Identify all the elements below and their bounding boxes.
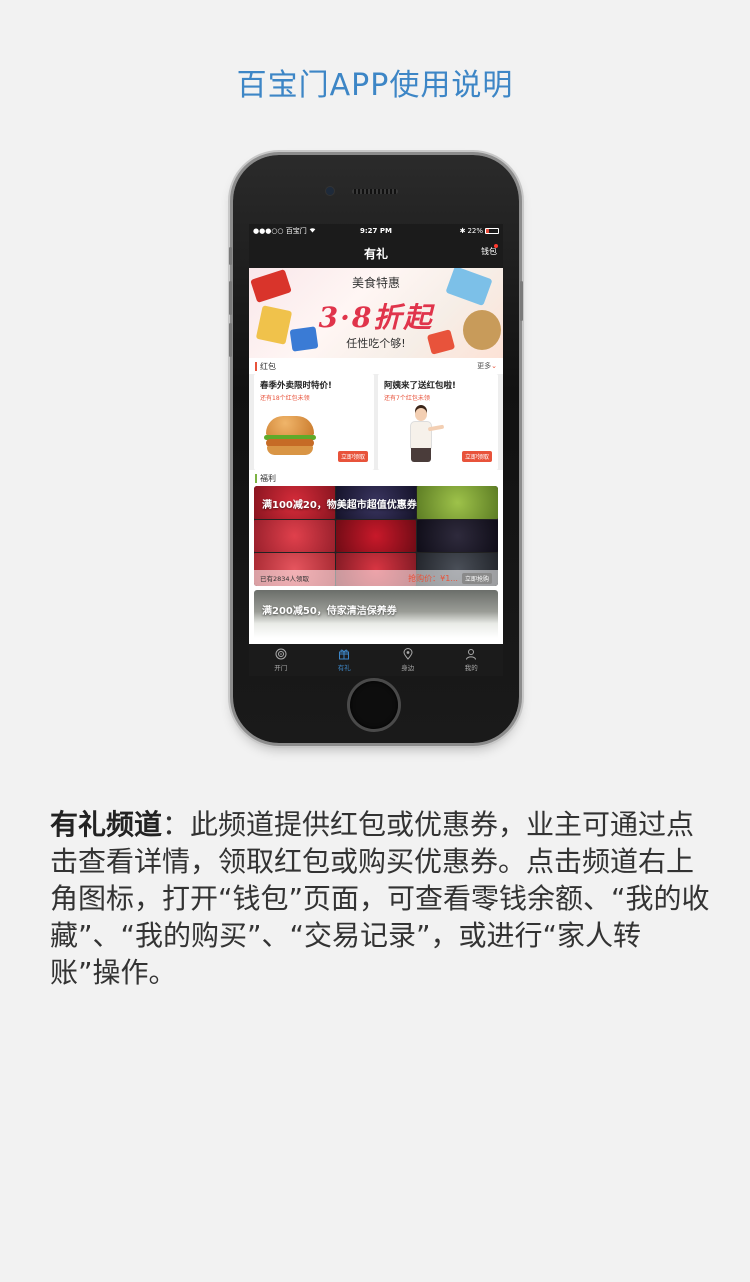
tab-bar: 开门 有礼 身边 我的 <box>249 644 503 676</box>
tab-gifts[interactable]: 有礼 <box>313 644 377 676</box>
banner-top-text: 美食特惠 <box>351 276 400 290</box>
coupon-footer: 已有2834人领取 抢购价：¥1... 立即抢购 <box>254 570 498 586</box>
more-link[interactable]: 更多⌄ <box>477 361 497 371</box>
tab-open-door[interactable]: 开门 <box>249 644 313 676</box>
coupon-card[interactable]: 满100减20，物美超市超值优惠券 已有2834人领取 抢购价：¥1... 立即… <box>254 486 498 586</box>
status-bar: ●●●○○ 百宝门 9:27 PM ✱ 22% <box>249 224 503 238</box>
description-lead: 有礼频道 <box>50 808 163 841</box>
claim-button[interactable]: 立即领取 <box>461 451 492 462</box>
phone-mockup: ●●●○○ 百宝门 9:27 PM ✱ 22% 有礼 钱包 美食特惠 3·8折起… <box>229 155 523 743</box>
chevron-down-icon: ⌄ <box>491 362 497 370</box>
redpack-card[interactable]: 阿姨来了送红包啦! 还有7个红包未领 立即领取 <box>378 374 498 470</box>
tab-label: 有礼 <box>337 664 351 672</box>
tab-label: 开门 <box>274 664 288 672</box>
earpiece-speaker <box>352 189 398 194</box>
coupon-price: 抢购价：¥1... <box>408 573 458 583</box>
banner-bottom-text: 任性吃个够! <box>346 337 406 350</box>
buy-now-button[interactable]: 立即抢购 <box>461 572 492 584</box>
promo-banner[interactable]: 美食特惠 3·8折起 任性吃个够! <box>249 268 503 358</box>
door-signal-icon <box>275 648 287 660</box>
tab-mine[interactable]: 我的 <box>440 644 504 676</box>
volume-up-button <box>229 281 232 315</box>
section-accent-bar <box>255 473 257 483</box>
home-button <box>350 681 398 729</box>
housekeeper-image <box>402 408 445 468</box>
claim-button[interactable]: 立即领取 <box>337 451 368 462</box>
redpack-card-subtitle: 还有18个红包未领 <box>260 395 310 402</box>
page-title: 百宝门APP使用说明 <box>236 68 514 103</box>
redpack-section-header: 红包 更多⌄ <box>249 358 503 374</box>
redpack-card-title: 阿姨来了送红包啦! <box>384 381 456 391</box>
tab-nearby[interactable]: 身边 <box>376 644 440 676</box>
banner-main-text: 3·8折起 <box>318 301 434 334</box>
coupon-card[interactable]: 满200减50，侍家清洁保养券 <box>254 590 498 638</box>
location-pin-icon <box>403 648 413 660</box>
power-button <box>520 281 523 321</box>
coupon-claimed-count: 已有2834人领取 <box>260 575 310 583</box>
battery-icon <box>485 228 499 234</box>
redpack-card[interactable]: 春季外卖限时特价! 还有18个红包未领 立即领取 <box>254 374 374 470</box>
person-icon <box>466 649 477 660</box>
burger-image <box>264 416 316 456</box>
redpack-card-title: 春季外卖限时特价! <box>260 381 332 391</box>
coupon-title: 满200减50，侍家清洁保养券 <box>262 606 397 617</box>
nav-title: 有礼 <box>363 246 388 261</box>
front-camera <box>326 187 334 195</box>
volume-down-button <box>229 323 232 357</box>
coupon-title: 满100减20，物美超市超值优惠券 <box>262 500 417 511</box>
wallet-badge-dot <box>494 244 498 248</box>
nav-bar: 有礼 钱包 <box>249 238 503 268</box>
gift-icon <box>339 649 350 660</box>
welfare-section-header: 福利 <box>249 470 503 486</box>
tab-label: 我的 <box>464 664 478 672</box>
redpack-list: 春季外卖限时特价! 还有18个红包未领 立即领取 阿姨来了送红包啦! 还有7个红… <box>249 374 503 470</box>
welfare-section-title: 福利 <box>260 473 276 483</box>
description-paragraph: 有礼频道：此频道提供红包或优惠券，业主可通过点击查看详情，领取红包或购买优惠券。… <box>50 806 710 991</box>
app-screen: ●●●○○ 百宝门 9:27 PM ✱ 22% 有礼 钱包 美食特惠 3·8折起… <box>249 224 503 676</box>
redpack-card-subtitle: 还有7个红包未领 <box>384 395 430 402</box>
redpack-section-title: 红包 <box>260 361 276 371</box>
status-time: 9:27 PM <box>360 227 392 235</box>
section-accent-bar <box>255 361 257 371</box>
mute-switch <box>229 247 232 265</box>
tab-label: 身边 <box>401 664 415 672</box>
